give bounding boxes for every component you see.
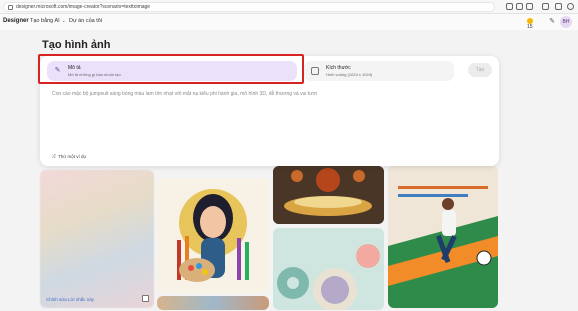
gallery-image-soccer-player[interactable]	[388, 166, 498, 308]
gallery-image-girl-paintbrushes[interactable]	[157, 178, 269, 293]
gears-illustration	[277, 244, 380, 310]
chevron-down-icon: ⌄	[61, 18, 66, 24]
coin-count: 15	[527, 24, 533, 31]
try-example-button[interactable]: ⤮ Thử một ví dụ	[52, 154, 86, 159]
browser-address-bar: designer.microsoft.com/image-creator?sce…	[0, 0, 578, 14]
generate-button[interactable]: Tạo	[468, 63, 492, 77]
collections-icon[interactable]	[555, 3, 562, 10]
aspect-ratio-icon	[311, 67, 319, 75]
url-text: designer.microsoft.com/image-creator?sce…	[16, 4, 151, 10]
girl-illustration	[177, 189, 249, 282]
try-example-label: Thử một ví dụ	[58, 154, 87, 159]
nav-create-with-ai[interactable]: Tạo bằng AI ⌄	[30, 18, 66, 24]
gallery-image-ornate-gold[interactable]	[273, 166, 384, 224]
edit-icon[interactable]	[142, 295, 149, 302]
translate-icon[interactable]	[516, 3, 523, 10]
pen-icon[interactable]: ✎	[548, 18, 556, 26]
highlight-box	[38, 54, 304, 84]
gallery-image-gears[interactable]	[273, 228, 384, 310]
gallery-image-partial[interactable]	[157, 296, 269, 310]
size-selector[interactable]: Kích thước Hình vuông (1024 x 1024)	[304, 61, 454, 81]
soccer-illustration	[388, 166, 498, 308]
profile-icon[interactable]	[567, 3, 574, 10]
size-label: Kích thước	[326, 65, 351, 71]
designer-logo[interactable]: Designer	[3, 18, 29, 24]
gallery-image-blurred[interactable]	[40, 170, 154, 308]
page-title: Tạo hình ảnh	[42, 39, 111, 51]
lock-icon	[8, 5, 13, 10]
prompt-input[interactable]: Con cáo mặc bộ jumpsuit sáng bóng màu la…	[52, 91, 482, 97]
nav-label: Tạo bằng AI	[30, 18, 60, 24]
ornate-illustration	[273, 166, 384, 224]
tabs-icon[interactable]	[542, 3, 549, 10]
edit-prompt-link[interactable]: Chỉnh sửa Lời nhắc này	[46, 297, 94, 302]
favorite-icon[interactable]	[526, 3, 533, 10]
avatar[interactable]: BH	[560, 16, 572, 28]
url-field[interactable]: designer.microsoft.com/image-creator?sce…	[3, 2, 495, 12]
extension-icon[interactable]	[506, 3, 513, 10]
nav-my-projects[interactable]: Dự án của tôi	[69, 18, 102, 24]
boost-coins[interactable]: 15	[526, 18, 538, 30]
coin-icon	[527, 18, 533, 24]
app-header: Designer Tạo bằng AI ⌄ Dự án của tôi 15 ✎…	[0, 14, 578, 30]
size-value: Hình vuông (1024 x 1024)	[326, 72, 373, 77]
